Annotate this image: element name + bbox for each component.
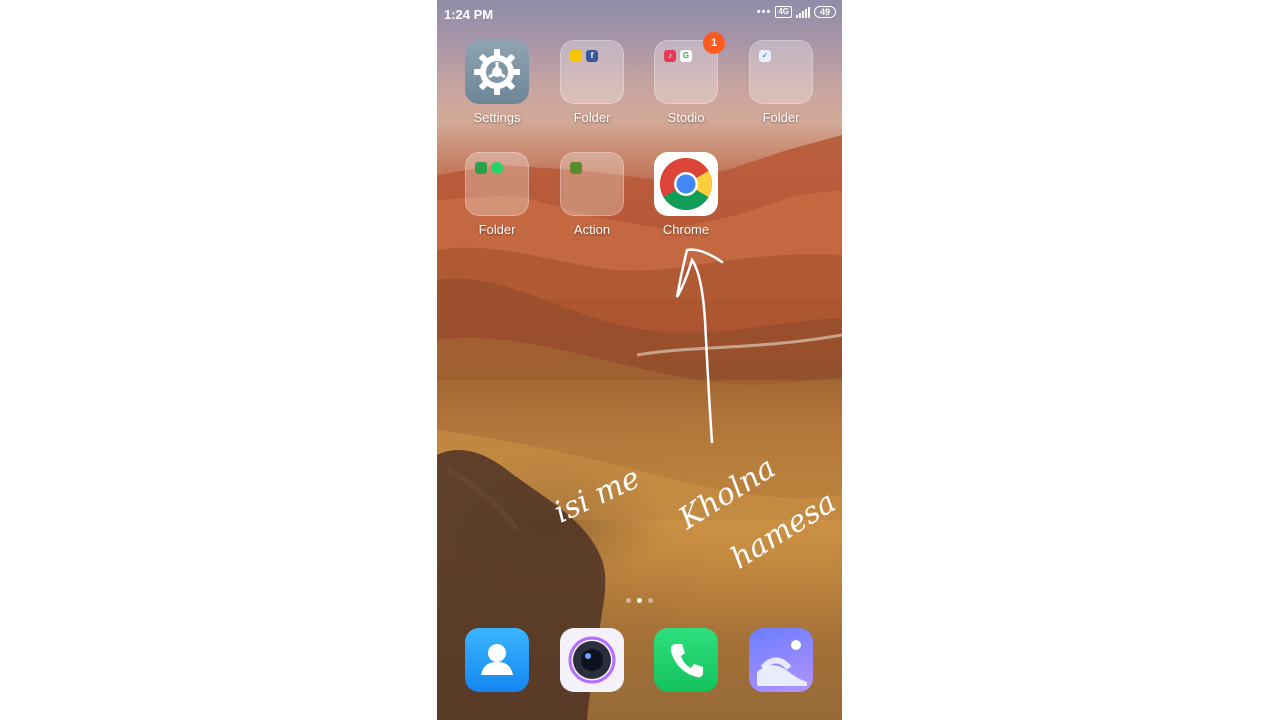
contacts-icon[interactable] — [465, 628, 529, 692]
minecraft-mini-icon — [570, 162, 582, 174]
folder-action[interactable]: Action — [545, 152, 639, 237]
notification-badge: 1 — [703, 32, 725, 54]
folder-icon: f — [560, 40, 624, 104]
facebook-mini-icon: f — [586, 50, 598, 62]
network-badge: 4G — [775, 6, 792, 18]
app-label: Chrome — [662, 222, 710, 237]
contacts-mini-icon — [475, 162, 487, 174]
pay-mini-icon: ✓ — [759, 50, 771, 62]
tiktok-mini-icon: ♪ — [664, 50, 676, 62]
app-label: Stodio — [667, 110, 705, 125]
folder-1[interactable]: f Folder — [545, 40, 639, 125]
whatsapp-mini-icon — [491, 162, 503, 174]
page-indicator — [437, 598, 842, 603]
status-time: 1:24 PM — [444, 7, 494, 22]
folder-icon — [560, 152, 624, 216]
signal-icon — [795, 6, 810, 18]
folder-icon — [465, 152, 529, 216]
battery-icon: 49 — [813, 6, 836, 18]
folder-3[interactable]: Folder — [450, 152, 544, 237]
google-mini-icon: G — [680, 50, 692, 62]
phone-icon[interactable] — [654, 628, 718, 692]
camera-icon[interactable] — [560, 628, 624, 692]
app-label: Action — [573, 222, 611, 237]
folder-stodio[interactable]: ♪ G 1 Stodio — [639, 32, 733, 125]
page-dot-active — [637, 598, 642, 603]
more-dots-icon: ••• — [756, 6, 772, 18]
page-dot — [626, 598, 631, 603]
notes-mini-icon — [570, 50, 582, 62]
page-dot — [648, 598, 653, 603]
app-settings[interactable]: Settings — [450, 40, 544, 125]
app-label: Folder — [762, 110, 800, 125]
folder-icon: ♪ G 1 — [654, 32, 725, 104]
app-label: Settings — [473, 110, 521, 125]
phone-screen: 1:24 PM ••• 4G 49 Settings f Folder ♪ G … — [437, 0, 842, 720]
app-label: Folder — [573, 110, 611, 125]
gallery-icon[interactable] — [749, 628, 813, 692]
gear-icon — [465, 40, 529, 104]
chrome-icon — [654, 152, 718, 216]
app-label: Folder — [478, 222, 516, 237]
folder-icon: ✓ — [749, 40, 813, 104]
status-icons: ••• 4G 49 — [757, 6, 836, 18]
status-bar: 1:24 PM ••• 4G 49 — [437, 0, 842, 28]
folder-2[interactable]: ✓ Folder — [734, 40, 828, 125]
app-chrome[interactable]: Chrome — [639, 152, 733, 237]
